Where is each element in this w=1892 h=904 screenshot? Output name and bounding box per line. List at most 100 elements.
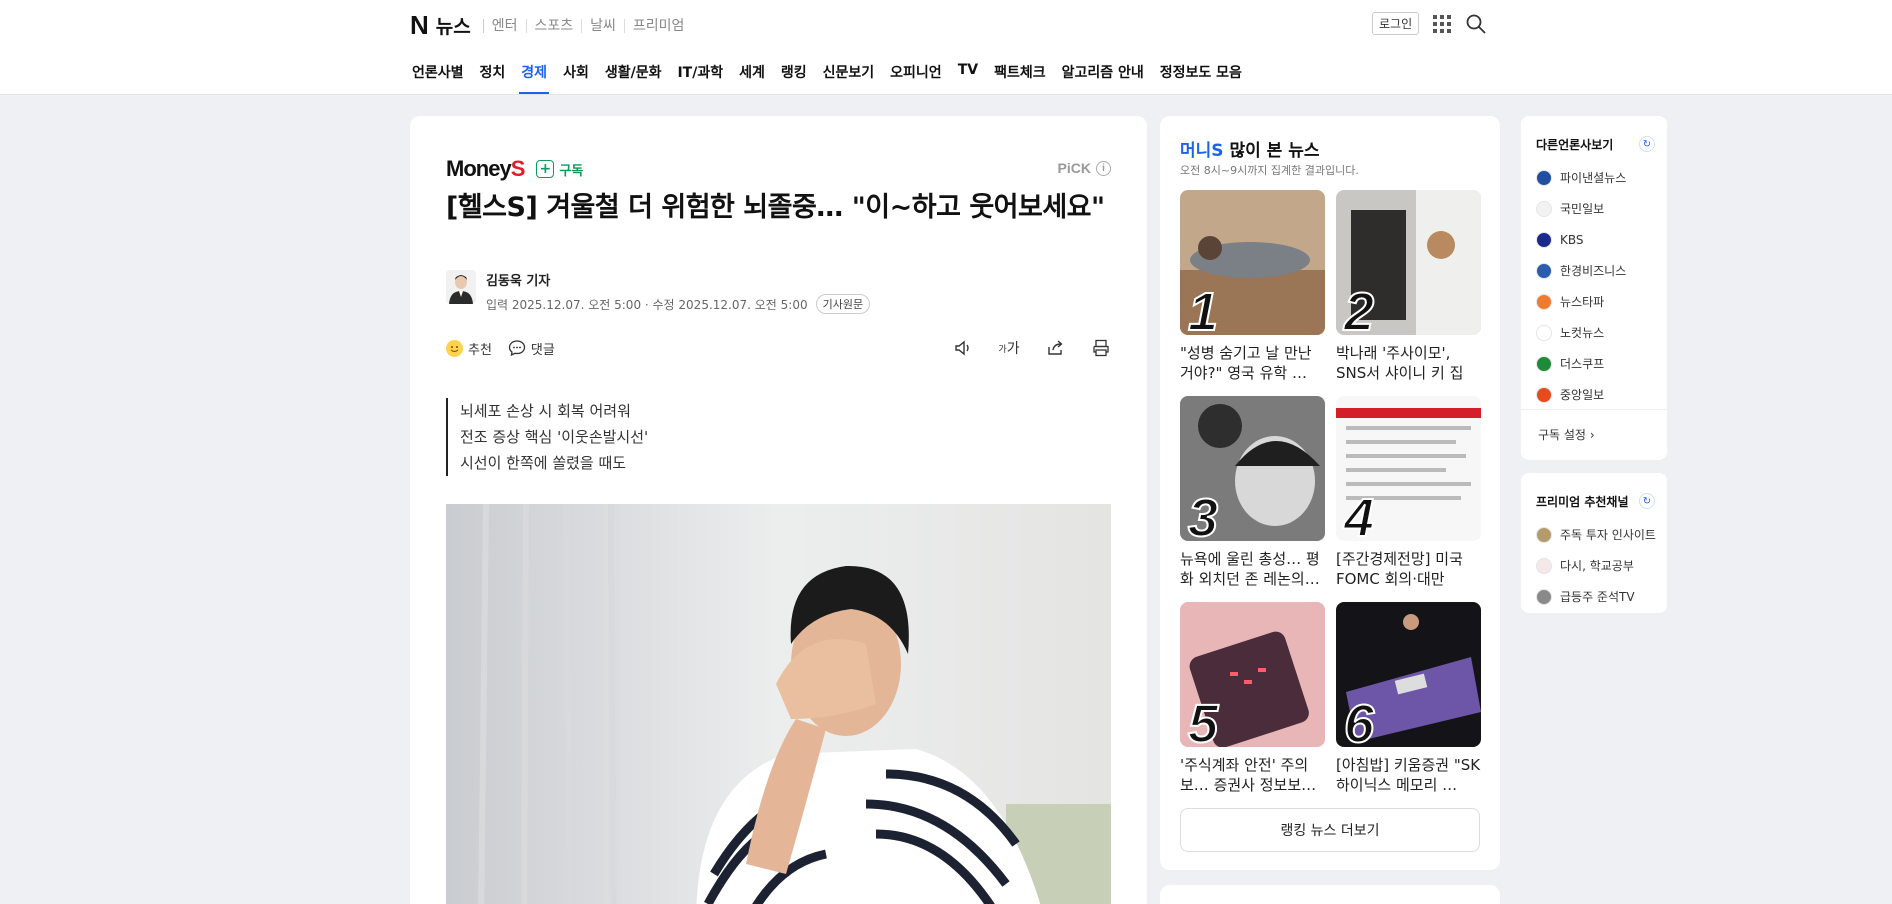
ranking-more-button[interactable]: 랭킹 뉴스 더보기 [1180, 808, 1480, 852]
ranking-item[interactable]: 6 [아침밥] 키움증권 "SK하이닉스 메모리 … [1336, 602, 1481, 795]
summary-line: 뇌세포 손상 시 회복 어려워 [460, 402, 631, 420]
refresh-icon[interactable]: ↻ [1639, 136, 1655, 152]
audio-speaker-icon[interactable] [953, 338, 973, 358]
press-logo-icon [1536, 231, 1552, 248]
ranking-thumbnail[interactable]: 6 [1336, 602, 1481, 747]
other-press-panel: 다른언론사보기 ↻ 파이낸셜뉴스 국민일보 KBS 한경비즈니스 뉴스타파 노컷… [1521, 116, 1667, 460]
category-tab-algorithm[interactable]: 알고리즘 안내 [1054, 56, 1152, 94]
ranking-thumbnail[interactable]: 2 [1336, 190, 1481, 335]
service-link-sports[interactable]: 스포츠 [525, 18, 582, 33]
premium-channels-panel: 프리미엄 추천채널 ↻ 주독 투자 인사이트 다시, 학교공부 급등주 준석TV [1521, 473, 1667, 613]
comment-icon [508, 340, 526, 357]
ranking-item-title: "성병 숨기고 날 만난 거야?" 영국 유학 … [1180, 344, 1312, 382]
category-tab-opinion[interactable]: 오피니언 [882, 56, 950, 94]
reporter-name[interactable]: 김동욱 기자 [486, 270, 870, 289]
brand: N 뉴스 엔터 스포츠 날씨 프리미엄 [410, 10, 692, 41]
press-link[interactable]: 더스쿠프 [1536, 348, 1626, 379]
rank-number: 5 [1187, 693, 1219, 747]
ranking-item[interactable]: 1 "성병 숨기고 날 만난 거야?" 영국 유학 … [1180, 190, 1325, 383]
rank-number: 4 [1343, 487, 1375, 541]
premium-channel-link[interactable]: 다시, 학교공부 [1536, 550, 1656, 581]
ranking-thumbnail[interactable]: 4 [1336, 396, 1481, 541]
share-icon[interactable] [1045, 338, 1065, 358]
ranking-item-title: 박나래 '주사이모', SNS서 샤이니 키 집 영… [1336, 344, 1464, 382]
refresh-icon[interactable]: ↻ [1639, 493, 1655, 509]
apps-grid-icon[interactable] [1433, 14, 1452, 33]
category-tab-society[interactable]: 사회 [555, 56, 597, 94]
ranking-press-name[interactable]: 머니S [1180, 141, 1224, 161]
press-link[interactable]: 뉴스타파 [1536, 286, 1626, 317]
press-link[interactable]: KBS [1536, 224, 1626, 255]
category-tab-press[interactable]: 언론사별 [404, 56, 472, 94]
category-tab-corrections[interactable]: 정정보도 모음 [1152, 56, 1250, 94]
press-link[interactable]: 국민일보 [1536, 193, 1626, 224]
ranking-thumbnail[interactable]: 5 [1180, 602, 1325, 747]
service-link-weather[interactable]: 날씨 [581, 18, 624, 33]
category-tab-politics[interactable]: 정치 [472, 56, 514, 94]
category-nav: 언론사별 정치 경제 사회 생활/문화 IT/과학 세계 랭킹 신문보기 오피니… [404, 56, 1250, 94]
ranking-thumbnail[interactable]: 3 [1180, 396, 1325, 541]
article-hero-image[interactable] [446, 504, 1111, 904]
press-logo-icon [1536, 293, 1552, 310]
rank-number: 2 [1343, 281, 1375, 335]
ranking-item[interactable]: 4 [주간경제전망] 미국 FOMC 회의·대만 TS… [1336, 396, 1481, 589]
byline: 김동욱 기자 입력 2025.12.07. 오전 5:00 · 수정 2025.… [446, 270, 871, 314]
article-actions: 추천 댓글 가가 [446, 338, 1111, 358]
original-article-link[interactable]: 기사원문 [815, 294, 871, 314]
category-tab-world[interactable]: 세계 [731, 56, 773, 94]
article-headline: [헬스S] 겨울철 더 위험한 뇌졸중… "이~하고 웃어보세요" [446, 192, 1105, 223]
press-link[interactable]: 노컷뉴스 [1536, 317, 1626, 348]
press-link[interactable]: 중앙일보 [1536, 379, 1626, 410]
search-icon[interactable] [1465, 13, 1487, 35]
category-tab-life-culture[interactable]: 생활/문화 [597, 56, 670, 94]
news-home-link[interactable]: 뉴스 [436, 12, 471, 39]
plus-icon: + [536, 160, 555, 178]
premium-channel-link[interactable]: 주독 투자 인사이트 [1536, 519, 1656, 550]
comment-button[interactable]: 댓글 [508, 339, 555, 358]
premium-channel-link[interactable]: 급등주 준석TV [1536, 581, 1656, 612]
article-summary: 뇌세포 손상 시 회복 어려워 전조 증상 핵심 '이웃손발시선' 시선이 한쪽… [446, 398, 648, 476]
category-tab-ranking[interactable]: 랭킹 [773, 56, 815, 94]
recommend-label: 추천 [468, 342, 492, 358]
login-button[interactable]: 로그인 [1372, 12, 1420, 35]
channel-avatar [1536, 588, 1552, 605]
next-card [1160, 885, 1500, 904]
print-icon[interactable] [1091, 338, 1111, 358]
category-tab-newspaper[interactable]: 신문보기 [815, 56, 883, 94]
ranking-item-title: 뉴욕에 울린 총성… 평화 외치던 존 레논의… [1180, 550, 1320, 588]
ranking-thumbnail[interactable]: 1 [1180, 190, 1325, 335]
article-card: MoneyS + 구독 PiCK i [헬스S] 겨울철 더 위험한 뇌졸중… … [410, 116, 1147, 904]
rank-number: 3 [1187, 487, 1219, 541]
press-logo[interactable]: MoneyS [446, 156, 525, 182]
info-icon[interactable]: i [1096, 160, 1111, 176]
reporter-avatar[interactable] [446, 270, 476, 304]
subscribe-button[interactable]: + 구독 [536, 160, 583, 179]
category-tab-economy[interactable]: 경제 [513, 56, 555, 94]
top-header: N 뉴스 엔터 스포츠 날씨 프리미엄 로그인 언론사별 정치 경제 사회 생활… [0, 0, 1892, 95]
font-size-button[interactable]: 가가 [998, 338, 1019, 358]
ranking-item[interactable]: 3 뉴욕에 울린 총성… 평화 외치던 존 레논의… [1180, 396, 1325, 589]
press-link[interactable]: 한경비즈니스 [1536, 255, 1626, 286]
recommend-button[interactable]: 추천 [446, 339, 492, 358]
header-tools: 로그인 [1372, 12, 1487, 35]
press-row: MoneyS + 구독 [446, 156, 583, 182]
category-tab-factcheck[interactable]: 팩트체크 [986, 56, 1054, 94]
service-link-entertainment[interactable]: 엔터 [482, 18, 526, 33]
press-link[interactable]: 파이낸셜뉴스 [1536, 162, 1626, 193]
summary-line: 시선이 한쪽에 쏠렸을 때도 [460, 454, 627, 472]
press-logo-icon [1536, 262, 1552, 279]
naver-logo[interactable]: N [410, 10, 429, 41]
category-tab-it-science[interactable]: IT/과학 [669, 56, 731, 94]
ranking-card: 머니S 많이 본 뉴스 오전 8시~9시까지 집계한 결과입니다. 1 "성병 … [1160, 116, 1500, 870]
ranking-item-title: [아침밥] 키움증권 "SK하이닉스 메모리 … [1336, 756, 1481, 794]
channel-avatar [1536, 557, 1552, 574]
subscription-setting-link[interactable]: 구독 설정 › [1538, 426, 1595, 443]
ranking-item[interactable]: 2 박나래 '주사이모', SNS서 샤이니 키 집 영… [1336, 190, 1481, 383]
service-link-premium[interactable]: 프리미엄 [623, 18, 693, 33]
other-press-title: 다른언론사보기 [1536, 138, 1614, 152]
pick-badge: PiCK i [1058, 160, 1111, 176]
summary-line: 전조 증상 핵심 '이웃손발시선' [460, 428, 649, 446]
pick-label: PiCK [1057, 160, 1091, 176]
category-tab-tv[interactable]: TV [950, 56, 986, 94]
ranking-item[interactable]: 5 '주식계좌 안전' 주의보… 증권사 정보보… [1180, 602, 1325, 795]
